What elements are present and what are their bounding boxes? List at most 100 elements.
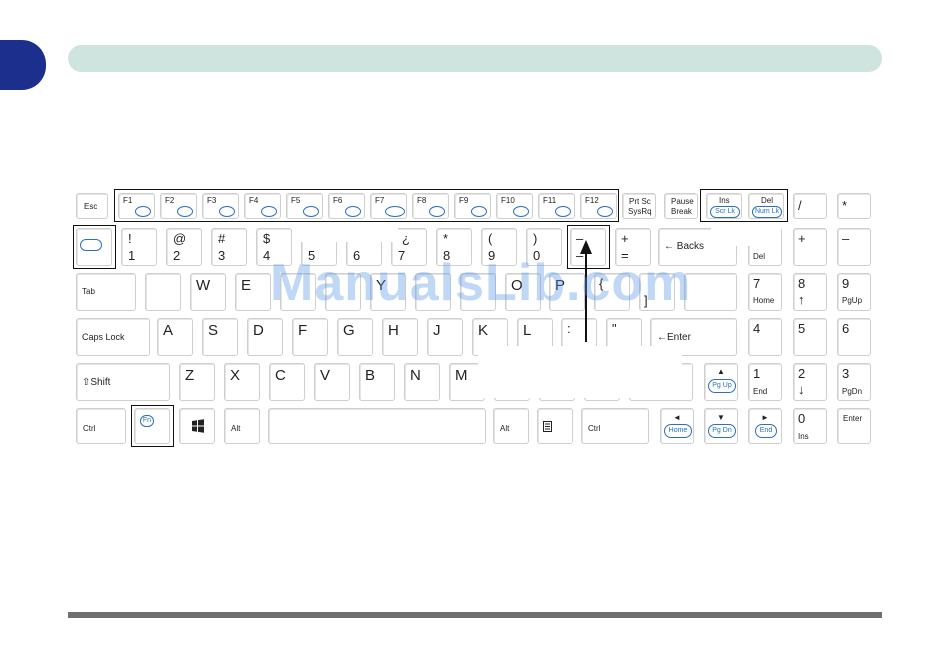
key-prtsc-bottom: SysRq xyxy=(628,207,652,216)
key-x-label: X xyxy=(230,367,241,384)
key-num-1: 1 End xyxy=(748,363,782,401)
key-c-label: C xyxy=(275,367,286,384)
key-w-label: W xyxy=(196,277,211,294)
key-num-2: 2 ↓ xyxy=(793,363,827,401)
key-q xyxy=(145,273,181,311)
key-f-label: F xyxy=(298,322,308,339)
key-tab-label: Tab xyxy=(82,287,95,296)
key-down-arrow: ▼ xyxy=(717,413,725,422)
key-3-top: # xyxy=(218,231,226,246)
key-esc: Esc xyxy=(76,193,108,219)
key-up-arrow: ▲ xyxy=(717,367,725,376)
key-up: ▲ Pg Up xyxy=(704,363,738,401)
key-right-arrow: ► xyxy=(761,413,769,422)
key-capslock: Caps Lock xyxy=(76,318,150,356)
key-num-2-bottom: ↓ xyxy=(798,382,805,397)
key-8-top: * xyxy=(443,231,449,246)
key-9-top: ( xyxy=(488,231,493,246)
key-num-slash-label: / xyxy=(798,198,802,213)
key-n: N xyxy=(404,363,440,401)
key-quote-label: " xyxy=(612,321,617,336)
callout-blank-right xyxy=(711,224,781,246)
fn-key-highlight xyxy=(131,405,174,447)
key-num-9: 9 PgUp xyxy=(837,273,871,311)
key-num-8-top: 8 xyxy=(798,276,806,291)
key-d-label: D xyxy=(253,322,264,339)
windows-logo-icon xyxy=(192,419,204,433)
key-shift-left-label: ⇧Shift xyxy=(82,377,111,388)
key-num-3: 3 PgDn xyxy=(837,363,871,401)
key-num-4-label: 4 xyxy=(753,321,761,336)
key-up-oval: Pg Up xyxy=(708,379,736,393)
key-equals-top: + xyxy=(621,231,629,246)
key-num-plus: + xyxy=(793,228,827,266)
key-num-enter-label: Enter xyxy=(843,414,863,423)
ins-del-highlight xyxy=(700,189,788,222)
key-s-label: S xyxy=(208,322,219,339)
key-num-0-bottom: Ins xyxy=(798,432,809,441)
key-num-7: 7 Home xyxy=(748,273,782,311)
key-2: @2 xyxy=(166,228,202,266)
key-ctrl-left-label: Ctrl xyxy=(83,424,96,433)
tilde-key-highlight xyxy=(73,225,116,269)
key-l-label: L xyxy=(523,322,532,339)
key-capslock-label: Caps Lock xyxy=(82,332,125,342)
key-down: ▼ Pg Dn xyxy=(704,408,738,444)
key-ctrl-left: Ctrl xyxy=(76,408,126,444)
key-num-8-bottom: ↑ xyxy=(798,292,805,307)
key-3-bottom: 3 xyxy=(218,248,226,263)
key-x: X xyxy=(224,363,260,401)
key-pause-bottom: Break xyxy=(671,207,692,216)
key-alt-left: Alt xyxy=(224,408,260,444)
key-ctrl-right: Ctrl xyxy=(581,408,649,444)
key-1-top: ! xyxy=(128,231,132,246)
key-z: Z xyxy=(179,363,215,401)
key-left-oval: Home xyxy=(664,424,692,438)
key-0-top: ) xyxy=(533,231,538,246)
key-2-top: @ xyxy=(173,231,187,246)
key-h: H xyxy=(382,318,418,356)
key-num-plus-label: + xyxy=(798,231,806,246)
key-alt-right-label: Alt xyxy=(500,424,510,433)
key-left: ◄ Home xyxy=(660,408,694,444)
key-num-1-bottom: End xyxy=(753,387,768,396)
key-num-0-top: 0 xyxy=(798,411,806,426)
key-num-3-bottom: PgDn xyxy=(842,387,863,396)
key-right-oval: End xyxy=(755,424,777,438)
callout-blank-middle xyxy=(478,346,682,398)
key-backspace-label: ← Backs xyxy=(664,241,705,252)
key-d: D xyxy=(247,318,283,356)
key-num-slash: / xyxy=(793,193,827,219)
key-left-arrow: ◄ xyxy=(673,413,681,422)
key-num-minus-label: – xyxy=(842,231,850,246)
key-num-star: * xyxy=(837,193,871,219)
key-enter-label: ←Enter xyxy=(657,332,691,343)
footer-rule xyxy=(68,612,882,618)
key-right: ► End xyxy=(748,408,782,444)
key-windows xyxy=(179,408,215,444)
key-f: F xyxy=(292,318,328,356)
callout-arrow-head xyxy=(580,240,592,254)
menu-icon xyxy=(543,421,552,432)
key-semicolon-label: : xyxy=(567,321,571,336)
key-esc-label: Esc xyxy=(84,202,98,211)
key-ctrl-right-label: Ctrl xyxy=(588,424,601,433)
key-num-8: 8 ↑ xyxy=(793,273,827,311)
key-tab: Tab xyxy=(76,273,136,311)
key-num-7-bottom: Home xyxy=(753,296,775,305)
key-k-label: K xyxy=(478,322,489,339)
key-pause-top: Pause xyxy=(671,197,694,206)
key-v-label: V xyxy=(320,367,331,384)
key-m-label: M xyxy=(455,367,468,384)
key-g: G xyxy=(337,318,373,356)
key-num-enter: Enter xyxy=(837,408,871,444)
key-backslash xyxy=(684,273,737,311)
key-num-7-top: 7 xyxy=(753,276,761,291)
key-z-label: Z xyxy=(185,367,195,384)
function-keys-highlight xyxy=(114,189,619,222)
key-num-minus: – xyxy=(837,228,871,266)
key-alt-left-label: Alt xyxy=(231,424,241,433)
watermark: ManualsLib.com xyxy=(270,254,692,312)
key-num-5-label: 5 xyxy=(798,321,806,336)
key-num-1-top: 1 xyxy=(753,366,761,381)
